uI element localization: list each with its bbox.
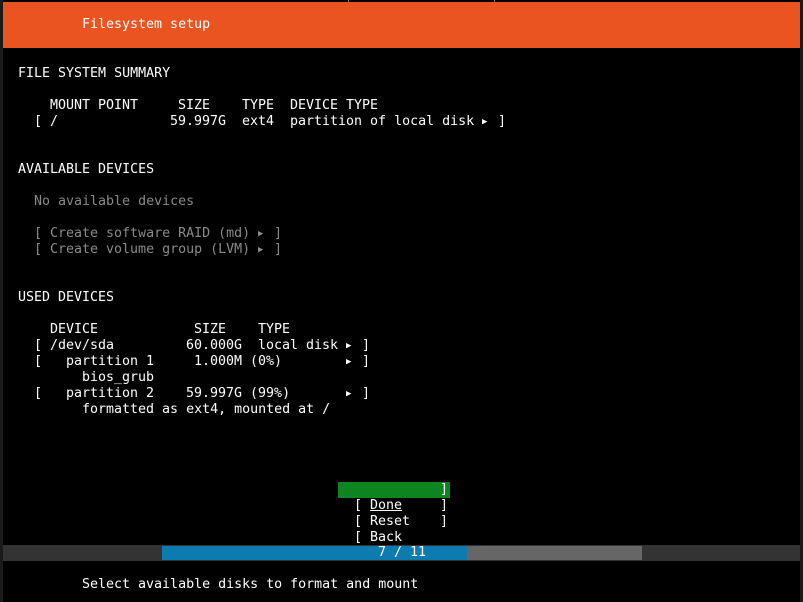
partition-2-name: partition 2 [66,386,155,401]
bracket-left: [ [34,242,43,257]
bracket-right: ] [362,386,371,401]
page-title: Filesystem setup [82,17,211,32]
fs-row-type: ext4 [242,114,275,129]
fs-row-size: 59.997G [170,114,227,129]
create-raid-label: Create software RAID (md) [50,226,251,241]
partition-2-size: 59.997G (99%) [186,386,291,401]
help-text: Select available disks to format and mou… [82,577,419,592]
done-button[interactable]: [ Done] [338,482,450,513]
bracket-right: ] [498,114,507,129]
bracket-right: ] [440,514,449,529]
progress-label: 7 / 11 [377,545,427,560]
fs-row-arrow-icon[interactable]: ▶ [482,114,487,130]
bracket-left: [ [34,114,43,129]
back-label: Back [370,530,403,545]
fs-col-size: SIZE [178,98,211,113]
fs-summary-heading: FILE SYSTEM SUMMARY [18,66,171,81]
header-bar: Filesystem setup [3,2,800,48]
fs-col-type: TYPE [242,98,275,113]
back-button[interactable]: [ Back] [338,514,450,545]
bracket-left: [ [34,338,43,353]
bracket-left: [ [34,386,43,401]
create-lvm-label: Create volume group (LVM) [50,242,251,257]
partition-1-arrow-icon[interactable]: ▶ [346,354,351,370]
bracket-left: [ [34,354,43,369]
bracket-right: ] [362,338,371,353]
used-disk-name: /dev/sda [50,338,115,353]
partition-1-detail: bios_grub [82,370,155,385]
bracket-right: ] [274,242,283,257]
fs-col-mount: MOUNT POINT [50,98,139,113]
disk-arrow-icon[interactable]: ▶ [346,338,351,354]
bracket-left: [ [34,226,43,241]
used-col-type: TYPE [258,322,291,337]
partition-2-arrow-icon[interactable]: ▶ [346,386,351,402]
used-col-size: SIZE [194,322,227,337]
used-heading: USED DEVICES [18,290,115,305]
bracket-right: ] [362,354,371,369]
fs-row-devtype: partition of local disk [290,114,475,129]
bracket-right: ] [440,498,449,513]
raid-arrow-icon: ▶ [258,229,264,239]
partition-1-size: 1.000M (0%) [194,354,283,369]
no-available-text: No available devices [34,194,195,209]
progress-bar: 7 / 11 [162,546,642,560]
lvm-arrow-icon: ▶ [258,245,264,255]
fs-col-devtype: DEVICE TYPE [290,98,379,113]
left-edge [0,0,3,602]
bracket-right: ] [440,482,449,497]
fs-row-mount: / [50,114,59,129]
used-col-device: DEVICE [50,322,99,337]
bracket-right: ] [274,226,283,241]
reset-button[interactable]: [ Reset] [338,498,450,529]
available-heading: AVAILABLE DEVICES [18,162,155,177]
bracket-left: [ [354,530,371,545]
used-disk-type: local disk [258,338,339,353]
partition-2-detail: formatted as ext4, mounted at / [82,402,331,417]
partition-1-name: partition 1 [66,354,155,369]
used-disk-size: 60.000G [186,338,243,353]
